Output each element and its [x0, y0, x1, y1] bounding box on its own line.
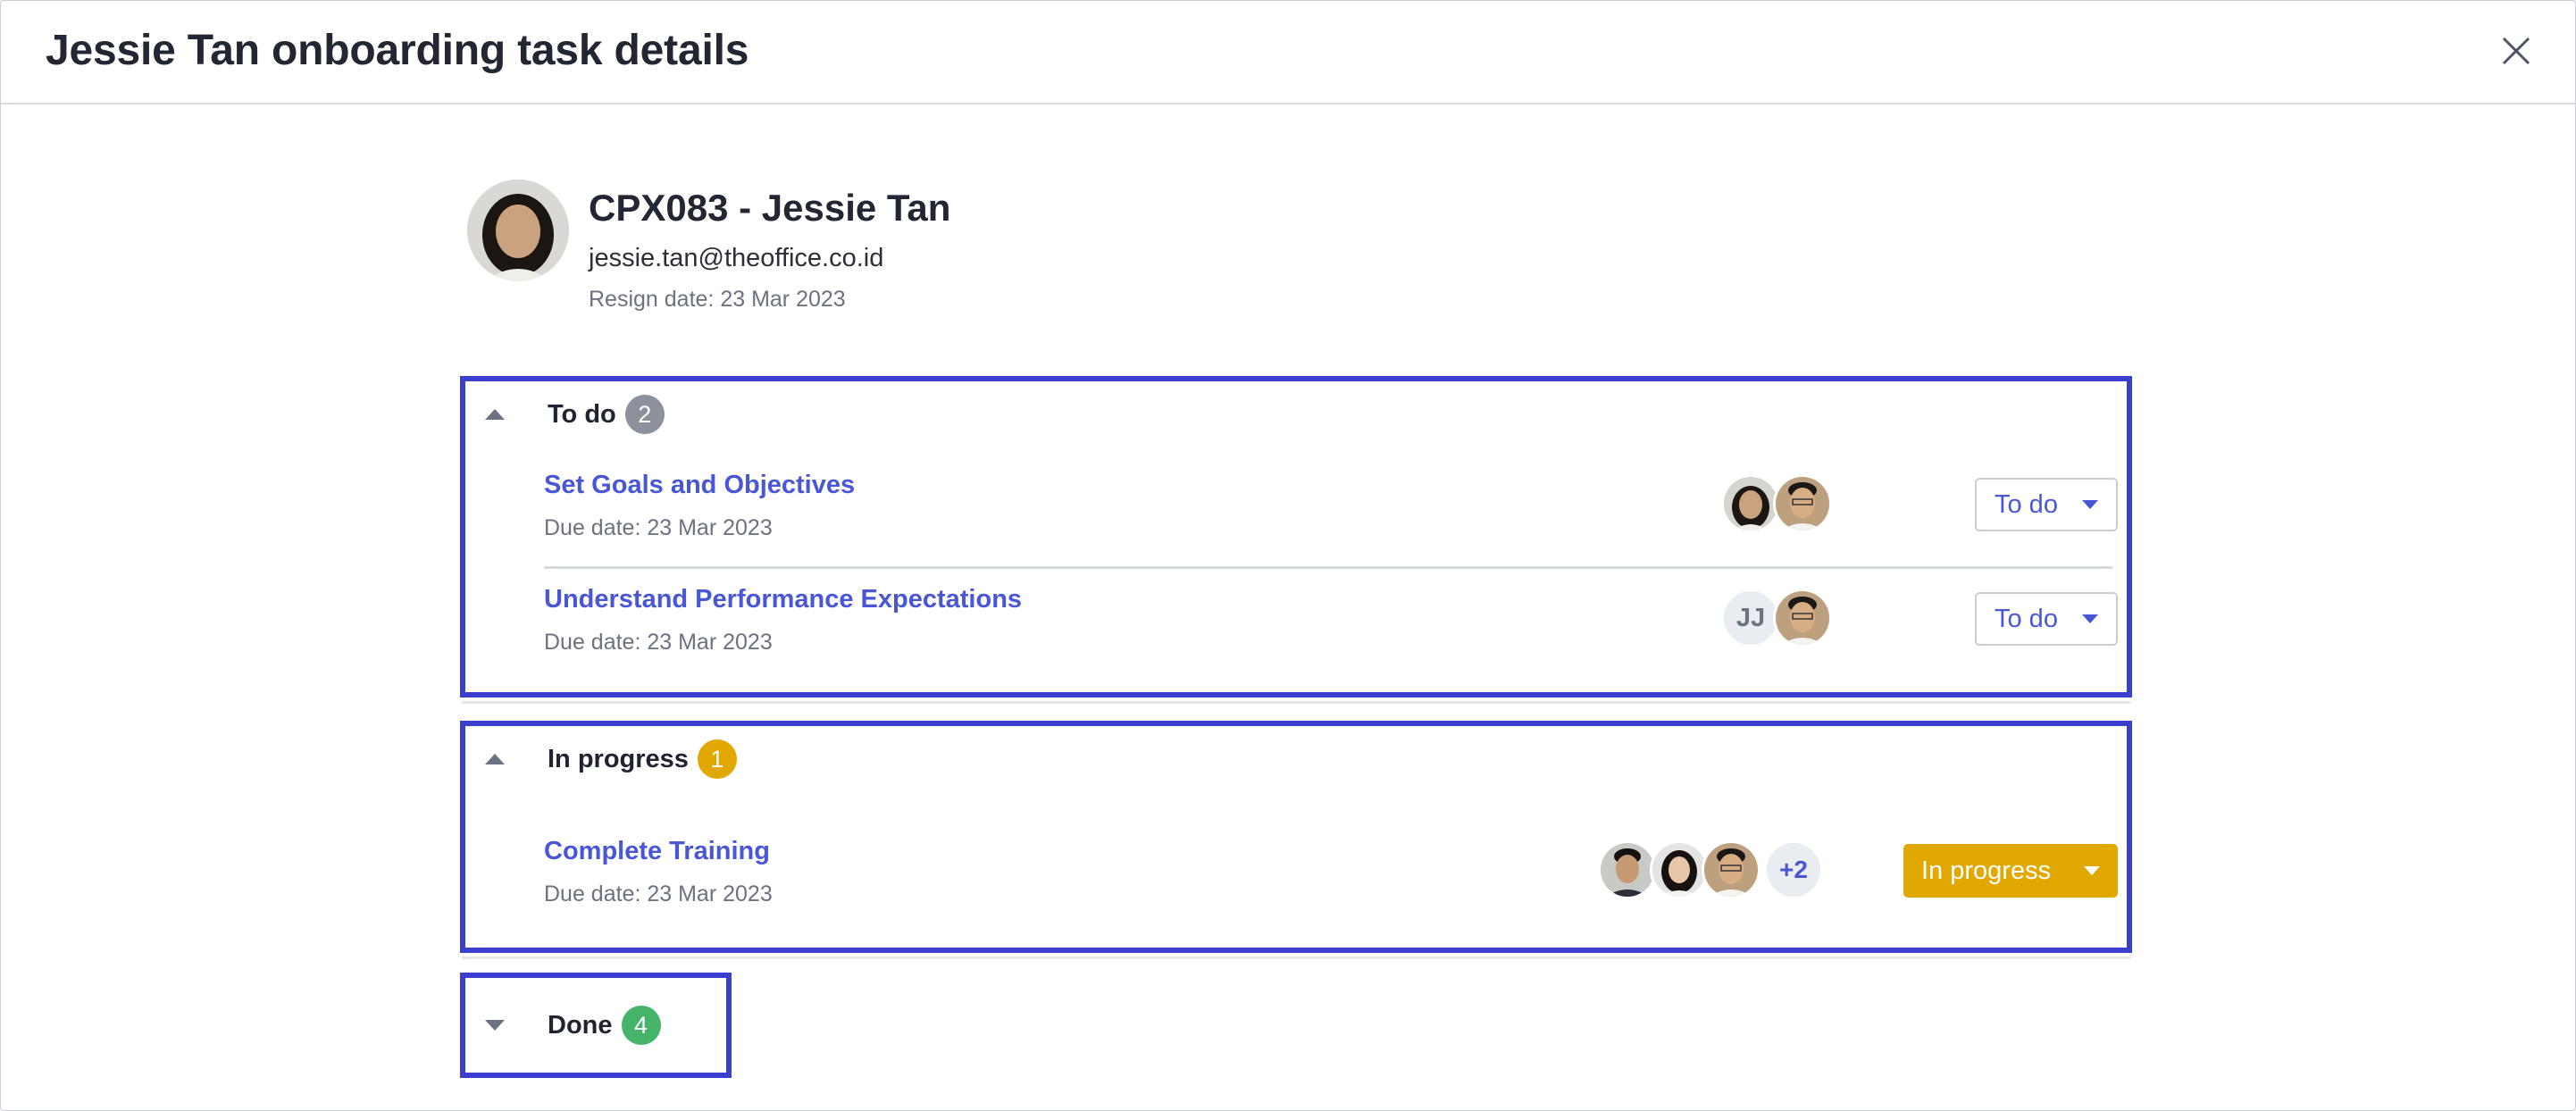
assignee-avatars: [1721, 474, 1832, 533]
status-label: To do: [1995, 604, 2058, 633]
in-progress-section-header[interactable]: In progress 1: [485, 737, 737, 781]
caret-up-icon: [485, 409, 505, 420]
avatar: [1721, 474, 1780, 533]
count-badge: 2: [624, 395, 665, 434]
modal-content: CPX083 - Jessie Tan jessie.tan@theoffice…: [460, 180, 2136, 1078]
more-assignees-badge[interactable]: +2: [1764, 840, 1823, 899]
done-section-header[interactable]: Done 4: [485, 1003, 661, 1048]
caret-down-icon: [485, 1020, 505, 1031]
divider: [544, 566, 2112, 569]
avatar: [1598, 840, 1657, 899]
done-section: Done 4: [460, 973, 732, 1078]
modal-title: Jessie Tan onboarding task details: [46, 27, 749, 74]
todo-section-header[interactable]: To do 2: [485, 392, 665, 437]
count-badge: 4: [621, 1006, 661, 1045]
task-details-modal: Jessie Tan onboarding task details CPX08…: [0, 0, 2576, 1111]
modal-header: Jessie Tan onboarding task details: [1, 1, 2575, 104]
section-label: Done: [548, 1010, 613, 1040]
task-due-date: Due date: 23 Mar 2023: [544, 881, 773, 906]
count-badge: 1: [697, 739, 737, 779]
todo-section: To do 2 Set Goals and Objectives Due dat…: [460, 376, 2132, 698]
in-progress-section: In progress 1 Complete Training Due date…: [460, 721, 2132, 953]
task-row: Complete Training Due date: 23 Mar 2023 …: [544, 837, 2118, 935]
employee-resign-date: Resign date: 23 Mar 2023: [589, 287, 846, 312]
avatar: [1650, 840, 1709, 899]
dropdown-arrow-icon: [2082, 500, 2098, 509]
task-title-link[interactable]: Complete Training: [544, 837, 770, 866]
task-row: Set Goals and Objectives Due date: 23 Ma…: [544, 471, 2118, 569]
section-separator: [462, 956, 2130, 959]
section-label: To do: [548, 399, 616, 429]
section-separator: [462, 701, 2130, 704]
caret-up-icon: [485, 754, 505, 764]
avatar: [1773, 474, 1832, 533]
status-dropdown[interactable]: To do: [1975, 478, 2118, 531]
task-title-link[interactable]: Set Goals and Objectives: [544, 471, 855, 500]
status-label: In progress: [1921, 856, 2052, 885]
task-due-date: Due date: 23 Mar 2023: [544, 515, 773, 540]
employee-email: jessie.tan@theoffice.co.id: [589, 244, 884, 272]
task-due-date: Due date: 23 Mar 2023: [544, 630, 773, 655]
close-button[interactable]: [2497, 31, 2536, 71]
status-dropdown[interactable]: To do: [1975, 592, 2118, 646]
assignee-avatars: +2: [1598, 840, 1823, 899]
employee-name: CPX083 - Jessie Tan: [589, 187, 951, 229]
avatar: [1773, 589, 1832, 647]
dropdown-arrow-icon: [2084, 866, 2100, 875]
avatar-initials: JJ: [1721, 589, 1780, 647]
dropdown-arrow-icon: [2082, 614, 2098, 623]
section-label: In progress: [548, 744, 689, 773]
status-label: To do: [1995, 489, 2058, 519]
status-dropdown[interactable]: In progress: [1903, 844, 2118, 898]
employee-avatar: [467, 180, 569, 281]
close-icon: [2502, 37, 2530, 65]
task-row: Understand Performance Expectations Due …: [544, 585, 2118, 683]
avatar: [1702, 840, 1761, 899]
task-title-link[interactable]: Understand Performance Expectations: [544, 585, 1022, 614]
employee-info: CPX083 - Jessie Tan jessie.tan@theoffice…: [460, 180, 2136, 331]
assignee-avatars: JJ: [1721, 589, 1832, 647]
